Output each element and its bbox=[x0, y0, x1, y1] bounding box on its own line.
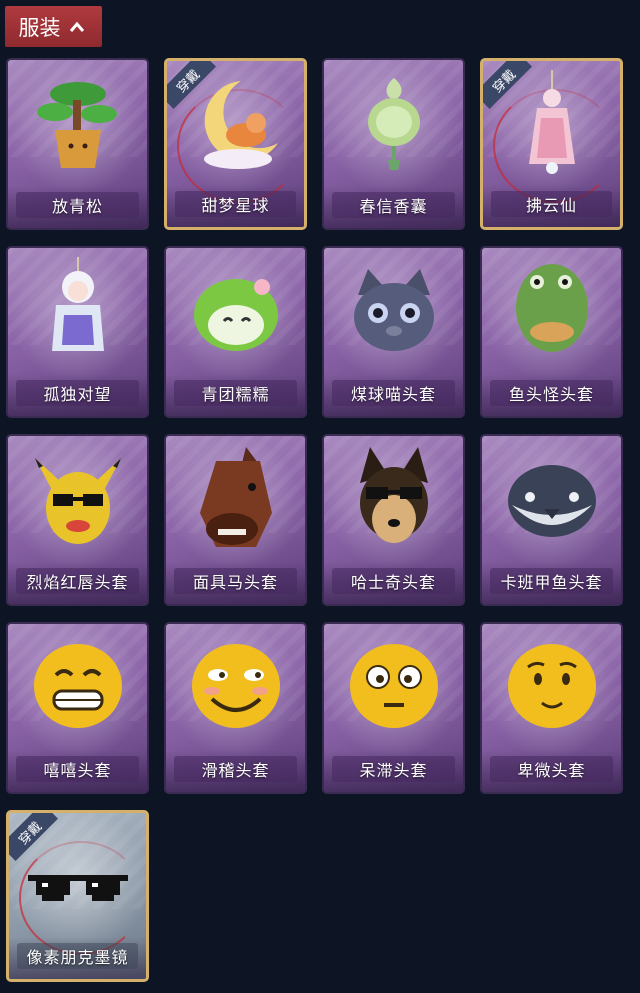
item-card[interactable]: 鱼头怪头套 bbox=[480, 246, 623, 418]
moon-cat-icon bbox=[203, 81, 278, 169]
item-label: 面具马头套 bbox=[174, 568, 297, 594]
fairy-charm-icon bbox=[528, 70, 575, 174]
item-card[interactable]: 孤独对望 bbox=[6, 246, 149, 418]
item-label: 像素朋克墨镜 bbox=[17, 943, 138, 969]
item-label: 卑微头套 bbox=[490, 756, 613, 782]
item-label: 鱼头怪头套 bbox=[490, 380, 613, 406]
item-label: 青团糯糯 bbox=[174, 380, 297, 406]
grin-emoji-icon bbox=[33, 644, 122, 728]
item-label: 呆滞头套 bbox=[332, 756, 455, 782]
item-card[interactable]: 呆滞头套 bbox=[322, 622, 465, 794]
item-card[interactable]: 放青松 bbox=[6, 58, 149, 230]
item-card[interactable]: 青团糯糯 bbox=[164, 246, 307, 418]
sachet-icon bbox=[367, 78, 420, 170]
item-card[interactable]: 春信香囊 bbox=[322, 58, 465, 230]
category-tab-costume[interactable]: 服装 bbox=[5, 6, 102, 47]
yellow-mouse-head-icon bbox=[34, 458, 121, 544]
item-label: 放青松 bbox=[16, 192, 139, 218]
item-card[interactable]: 滑稽头套 bbox=[164, 622, 307, 794]
item-label: 拂云仙 bbox=[491, 191, 612, 217]
pixel-sunglasses-icon bbox=[27, 875, 128, 901]
item-card[interactable]: 卡班甲鱼头套 bbox=[480, 434, 623, 606]
item-card[interactable]: 面具马头套 bbox=[164, 434, 307, 606]
horse-head-icon bbox=[199, 447, 272, 547]
item-card[interactable]: 卑微头套 bbox=[480, 622, 623, 794]
item-card[interactable]: 哈士奇头套 bbox=[322, 434, 465, 606]
item-card[interactable]: 嘻嘻头套 bbox=[6, 622, 149, 794]
smirk-emoji-icon bbox=[191, 644, 280, 728]
fish-head-icon bbox=[515, 264, 588, 352]
chevron-up-icon bbox=[69, 21, 84, 32]
item-card[interactable]: 煤球喵头套 bbox=[322, 246, 465, 418]
item-card[interactable]: 烈焰红唇头套 bbox=[6, 434, 149, 606]
green-dumpling-icon bbox=[193, 279, 278, 351]
category-tab-label: 服装 bbox=[18, 15, 61, 40]
bonsai-pine-icon bbox=[36, 82, 117, 168]
humble-emoji-icon bbox=[507, 644, 596, 728]
dog-head-icon bbox=[359, 447, 428, 543]
item-label: 甜梦星球 bbox=[175, 191, 296, 217]
item-label: 孤独对望 bbox=[16, 380, 139, 406]
dazed-emoji-icon bbox=[349, 644, 438, 728]
item-label: 烈焰红唇头套 bbox=[16, 568, 139, 594]
item-label: 滑稽头套 bbox=[174, 756, 297, 782]
item-label: 煤球喵头套 bbox=[332, 380, 455, 406]
whale-head-icon bbox=[507, 465, 596, 537]
item-card-equipped[interactable]: 穿戴 拂云仙 bbox=[480, 58, 623, 230]
item-label: 卡班甲鱼头套 bbox=[490, 568, 613, 594]
item-label: 哈士奇头套 bbox=[332, 568, 455, 594]
item-card-equipped[interactable]: 穿戴 甜梦星球 bbox=[164, 58, 307, 230]
item-card-equipped[interactable]: 穿戴 像素朋克墨镜 bbox=[6, 810, 149, 982]
item-label: 嘻嘻头套 bbox=[16, 756, 139, 782]
item-label: 春信香囊 bbox=[332, 192, 455, 218]
cat-head-icon bbox=[353, 269, 434, 351]
doll-charm-icon bbox=[51, 257, 104, 351]
